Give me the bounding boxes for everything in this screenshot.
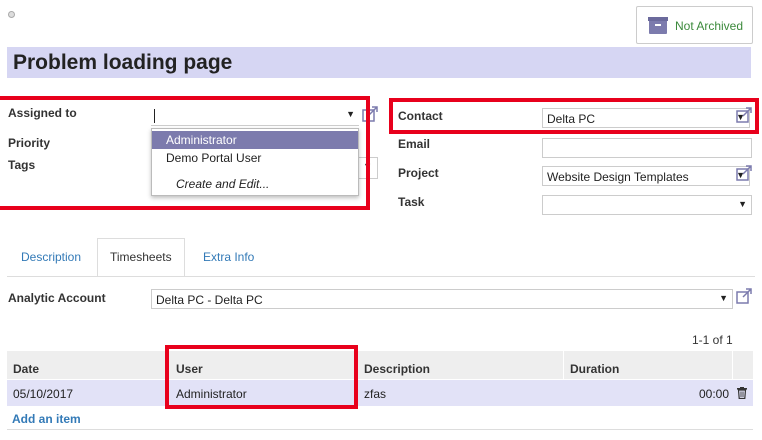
project-label: Project <box>398 166 439 180</box>
email-label: Email <box>398 137 431 151</box>
task-label: Task <box>398 195 425 209</box>
archive-toggle-button[interactable]: Not Archived <box>636 6 753 44</box>
table-row[interactable]: 05/10/2017 Administrator zfas 00:00 <box>7 380 753 406</box>
row-date: 05/10/2017 <box>13 387 74 401</box>
highlight-box-contact <box>389 98 759 134</box>
dropdown-option-demo-portal-user[interactable]: Demo Portal User <box>152 149 358 167</box>
table-header-actions <box>733 351 753 379</box>
dropdown-option-administrator[interactable]: Administrator <box>152 131 358 149</box>
analytic-account-label: Analytic Account <box>8 291 106 305</box>
email-input[interactable] <box>542 138 752 158</box>
row-duration: 00:00 <box>699 387 730 401</box>
table-header-description[interactable]: Description <box>358 351 563 379</box>
pager[interactable]: 1-1 of 1 <box>692 333 733 347</box>
tab-timesheets[interactable]: Timesheets <box>110 250 172 264</box>
assigned-to-dropdown[interactable]: Administrator Demo Portal User Create an… <box>151 128 359 196</box>
analytic-account-select[interactable]: Delta PC - Delta PC ▼ <box>151 289 733 309</box>
table-header-date[interactable]: Date <box>7 351 166 379</box>
archive-box-icon <box>648 17 668 34</box>
highlight-box-user-column <box>165 345 358 409</box>
dropdown-caret-icon[interactable]: ▼ <box>738 199 747 209</box>
row-description: zfas <box>364 387 387 401</box>
title-field[interactable]: Problem loading page <box>7 47 751 78</box>
task-select[interactable]: ▼ <box>542 195 752 215</box>
tab-divider <box>7 276 755 277</box>
archive-status-label: Not Archived <box>675 19 744 33</box>
trash-icon[interactable] <box>737 387 747 399</box>
table-bottom-divider <box>7 429 753 430</box>
dropdown-create-and-edit[interactable]: Create and Edit... <box>152 175 358 193</box>
add-item-link[interactable]: Add an item <box>12 412 81 426</box>
record-dot-icon <box>8 11 15 18</box>
project-select[interactable]: Website Design Templates ▼ <box>542 166 750 186</box>
page-title: Problem loading page <box>13 51 233 74</box>
tab-extra-info[interactable]: Extra Info <box>203 250 254 264</box>
tab-description[interactable]: Description <box>21 250 81 264</box>
external-link-icon[interactable] <box>736 288 752 304</box>
external-link-icon[interactable] <box>736 165 752 181</box>
table-header-duration[interactable]: Duration <box>564 351 732 379</box>
dropdown-caret-icon[interactable]: ▼ <box>719 293 728 303</box>
